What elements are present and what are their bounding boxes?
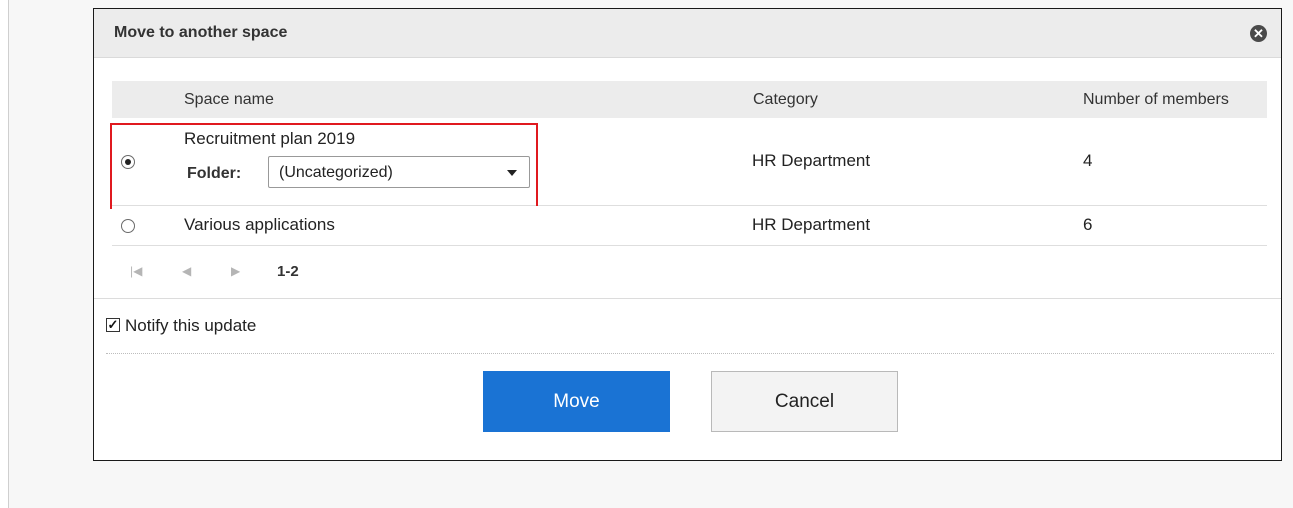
prev-page-icon[interactable]: ◀ xyxy=(182,264,191,278)
cancel-button[interactable]: Cancel xyxy=(711,371,898,432)
space-members: 4 xyxy=(1083,151,1093,170)
space-members: 6 xyxy=(1083,215,1093,234)
space-radio[interactable] xyxy=(121,155,135,169)
dotted-divider xyxy=(106,353,1274,354)
table-row[interactable]: Various applications HR Department 6 xyxy=(112,206,1267,246)
divider xyxy=(94,298,1281,299)
notify-label[interactable]: Notify this update xyxy=(125,316,256,336)
dialog-title: Move to another space xyxy=(114,24,288,41)
notify-checkbox[interactable]: ✓ xyxy=(106,318,120,332)
dialog-header: Move to another space ✕ xyxy=(94,9,1281,58)
space-category: HR Department xyxy=(752,151,871,170)
folder-select[interactable]: (Uncategorized) xyxy=(268,156,530,188)
chevron-down-icon xyxy=(507,170,517,176)
space-name: Various applications xyxy=(184,215,335,234)
page-edge xyxy=(0,0,9,508)
header-category: Category xyxy=(753,91,818,108)
pagination: |◀ ◀ ▶ 1-2 xyxy=(112,246,1267,302)
next-page-icon[interactable]: ▶ xyxy=(231,264,240,278)
space-category: HR Department xyxy=(752,215,871,234)
header-space-name: Space name xyxy=(184,91,274,108)
space-radio[interactable] xyxy=(121,219,135,233)
close-icon[interactable]: ✕ xyxy=(1250,25,1267,42)
header-members: Number of members xyxy=(1083,91,1229,108)
table-row[interactable]: Recruitment plan 2019 Folder: (Uncategor… xyxy=(112,118,1267,206)
space-name: Recruitment plan 2019 xyxy=(184,129,356,148)
folder-label: Folder: xyxy=(187,165,242,182)
move-dialog: Move to another space ✕ Space name Categ… xyxy=(93,8,1282,461)
folder-select-value: (Uncategorized) xyxy=(279,164,393,181)
move-button[interactable]: Move xyxy=(483,371,670,432)
page-range: 1-2 xyxy=(277,263,299,280)
first-page-icon[interactable]: |◀ xyxy=(130,264,142,278)
table-header: Space name Category Number of members xyxy=(112,81,1267,118)
